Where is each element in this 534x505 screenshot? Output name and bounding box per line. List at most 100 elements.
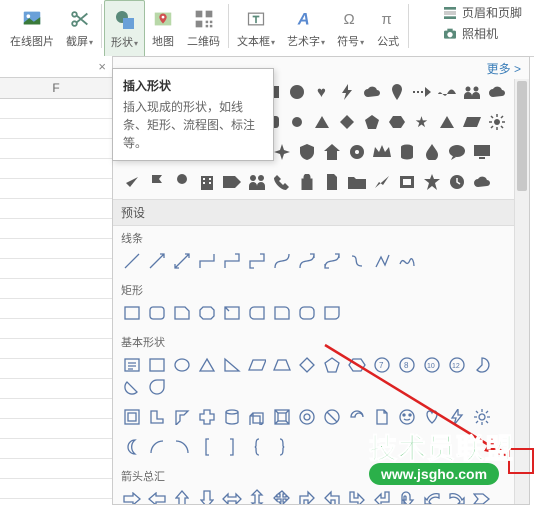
shape-phone[interactable] (269, 171, 294, 193)
cell[interactable] (0, 99, 112, 119)
cell[interactable] (0, 419, 112, 439)
shape-clock[interactable] (444, 171, 469, 193)
online-picture-button[interactable]: 在线图片 (4, 0, 60, 56)
shape-cloud[interactable] (359, 81, 384, 103)
basic-corner[interactable] (169, 406, 194, 428)
arrow-lr[interactable] (219, 488, 244, 504)
shape-bolt[interactable] (334, 81, 359, 103)
screenshot-button[interactable]: 截屏▾ (60, 0, 99, 56)
shape-cloud2[interactable] (484, 81, 509, 103)
cell[interactable] (0, 159, 112, 179)
cell[interactable] (0, 219, 112, 239)
shape-gear[interactable] (344, 141, 369, 163)
basic-10[interactable]: 10 (419, 354, 444, 376)
arrow-bent3[interactable] (344, 488, 369, 504)
basic-7[interactable]: 7 (369, 354, 394, 376)
shape-crown[interactable] (369, 141, 394, 163)
shape-bag[interactable] (294, 171, 319, 193)
shape-pin[interactable] (384, 81, 409, 103)
arrow-d[interactable] (194, 488, 219, 504)
shape-doc[interactable] (319, 171, 344, 193)
basic-plus[interactable] (194, 406, 219, 428)
basic-hex[interactable] (344, 354, 369, 376)
camera-button[interactable]: 照相机 (442, 25, 522, 42)
basic-8[interactable]: 8 (394, 354, 419, 376)
formula-button[interactable]: π 公式 (370, 0, 406, 56)
scroll-thumb[interactable] (517, 81, 527, 191)
basic-trap[interactable] (269, 354, 294, 376)
basic-tri[interactable] (194, 354, 219, 376)
cell[interactable] (0, 259, 112, 279)
arrow-curve-r[interactable] (444, 488, 469, 504)
rect-7[interactable] (269, 302, 294, 324)
basic-donut[interactable] (294, 406, 319, 428)
arrow-notched[interactable] (469, 488, 494, 504)
shape-cylinder[interactable] (394, 141, 419, 163)
cell[interactable] (0, 239, 112, 259)
shape-star6[interactable] (419, 171, 444, 193)
basic-pent[interactable] (319, 354, 344, 376)
rect-6[interactable] (244, 302, 269, 324)
basic-cube[interactable] (244, 406, 269, 428)
cell[interactable] (0, 439, 112, 459)
basic-para[interactable] (244, 354, 269, 376)
arrow-r[interactable] (119, 488, 144, 504)
basic-arc[interactable] (344, 406, 369, 428)
rect-5[interactable] (219, 302, 244, 324)
line-free[interactable] (369, 250, 394, 272)
line-s[interactable] (344, 250, 369, 272)
line-arrow[interactable] (144, 250, 169, 272)
shape-diamond-s[interactable] (334, 111, 359, 133)
basic-brace1[interactable] (244, 436, 269, 458)
line-diag[interactable] (119, 250, 144, 272)
basic-heart[interactable] (419, 406, 444, 428)
rect-1[interactable] (119, 302, 144, 324)
shape-star5[interactable]: ★ (409, 111, 434, 133)
shape-house[interactable] (319, 141, 344, 163)
cell[interactable] (0, 119, 112, 139)
shape-wave[interactable] (434, 81, 459, 103)
basic-fold[interactable] (369, 406, 394, 428)
line-double[interactable] (169, 250, 194, 272)
shape-pin2[interactable] (169, 171, 194, 193)
basic-rect[interactable] (144, 354, 169, 376)
cell[interactable] (0, 179, 112, 199)
arrow-ud[interactable] (244, 488, 269, 504)
cell[interactable] (0, 339, 112, 359)
cell[interactable] (0, 319, 112, 339)
arrow-l[interactable] (144, 488, 169, 504)
rect-4[interactable] (194, 302, 219, 324)
arrow-bent1[interactable] (294, 488, 319, 504)
basic-brace2[interactable] (269, 436, 294, 458)
close-icon[interactable]: × (98, 59, 106, 74)
rect-3[interactable] (169, 302, 194, 324)
basic-arc3[interactable] (169, 436, 194, 458)
arrow-bent2[interactable] (319, 488, 344, 504)
arrow-curve-l[interactable] (419, 488, 444, 504)
line-elbow-d[interactable] (244, 250, 269, 272)
cell[interactable] (0, 399, 112, 419)
arrow-u[interactable] (169, 488, 194, 504)
shape-monitor[interactable] (469, 141, 494, 163)
shape-chart[interactable] (369, 171, 394, 193)
basic-sun[interactable] (469, 406, 494, 428)
shape-arrow-dash[interactable] (409, 81, 434, 103)
arrow-uturn[interactable] (394, 488, 419, 504)
shape-drop[interactable] (419, 141, 444, 163)
shape-folder[interactable] (344, 171, 369, 193)
basic-block[interactable] (319, 406, 344, 428)
shape-triangle[interactable] (309, 111, 334, 133)
shape-hex[interactable] (384, 111, 409, 133)
qrcode-button[interactable]: 二维码 (181, 0, 226, 56)
basic-smile[interactable] (394, 406, 419, 428)
basic-textbox[interactable] (119, 354, 144, 376)
basic-bevel[interactable] (269, 406, 294, 428)
map-button[interactable]: 地图 (145, 0, 181, 56)
line-elbow[interactable] (194, 250, 219, 272)
shape-dot[interactable] (284, 111, 309, 133)
cell[interactable] (0, 379, 112, 399)
basic-arc2[interactable] (144, 436, 169, 458)
shape-check[interactable] (119, 171, 144, 193)
cell[interactable] (0, 279, 112, 299)
arrow-quad[interactable] (269, 488, 294, 504)
